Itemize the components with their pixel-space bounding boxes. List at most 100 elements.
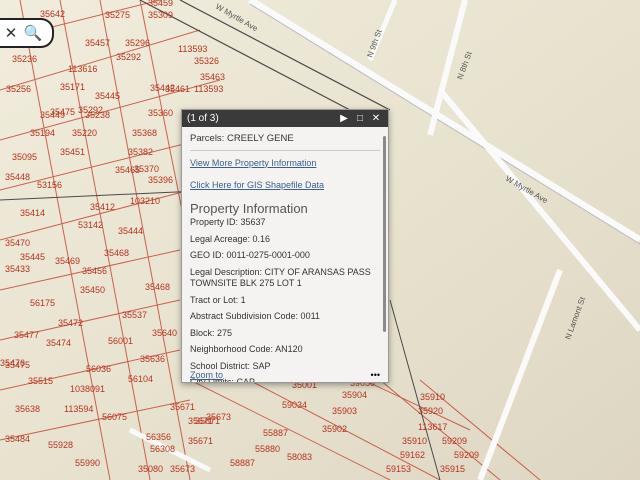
popup-body: Parcels: CREELY GENE View More Property … [182,127,388,382]
parcel-label: 35256 [6,84,31,94]
gis-shapefile-link[interactable]: Click Here for GIS Shapefile Data [190,180,380,192]
parcel-label: 35194 [30,128,55,138]
parcel-label: 35477 [14,330,39,340]
parcel-label: 35450 [80,285,105,295]
search-icon[interactable]: 🔍 [22,24,44,42]
parcel-label: 35296 [125,38,150,48]
parcel-label: 35433 [5,264,30,274]
property-field: Neighborhood Code: AN120 [190,344,303,354]
parcel-label: 35220 [72,128,97,138]
parcel-label: 35472 [58,318,83,328]
parcel-label: 35915 [440,464,465,474]
parcel-label: 35474 [46,338,71,348]
parcel-label: 35515 [28,376,53,386]
property-field: Legal Acreage: 0.16 [190,233,271,244]
parcel-label: 56075 [102,412,127,422]
parcel-label: 35673 [170,464,195,474]
parcel-label: 113594 [64,404,93,414]
parcel-label: 35638 [15,404,40,414]
parcel-label: 35171 [60,82,85,92]
parcel-label: 56104 [128,374,153,384]
parcel-label: 113617 [418,422,447,432]
popup-header: (1 of 3) ▶ □ ✕ [182,110,388,127]
parcel-label: 35459 [148,0,173,8]
close-icon[interactable]: ✕ [0,24,22,42]
property-field: Legal Description: CITY OF ARANSAS PASS … [190,266,371,289]
parcel-label: 35326 [194,56,219,66]
parcel-label: 55887 [263,428,288,438]
parcel-label: 35484 [5,434,30,444]
maximize-icon[interactable]: □ [353,113,367,124]
parcel-label: 35095 [12,152,37,162]
property-field: Abstract Subdivision Code: 0011 [190,311,320,321]
parcel-label: 35309 [148,10,173,20]
parcel-label: 35412 [90,202,115,212]
parcel-label: 55880 [255,444,280,454]
parcel-label: 56175 [30,298,55,308]
parcel-label: 35475 [5,360,30,370]
more-actions-button[interactable]: ••• [371,370,380,380]
parcel-label: 59034 [282,400,307,410]
parcel-label: 35920 [418,406,443,416]
popup-footer: Zoom to ••• [190,370,380,380]
parcel-label: 56001 [108,336,133,346]
parcel-label: 35382 [128,147,153,157]
parcel-label: 56356 [146,432,171,442]
parcel-label: 35671 [170,402,195,412]
parcel-label: 103210 [130,196,160,206]
parcel-label: 59209 [454,450,479,460]
parcel-label: 35465 [115,165,140,175]
parcel-label: 35463 [200,72,225,82]
property-popup: (1 of 3) ▶ □ ✕ Parcels: CREELY GENE View… [181,109,389,383]
parcel-label: 35673 [206,412,231,422]
parcel-label: 53156 [37,180,62,190]
parcel-label: 56308 [150,444,175,454]
parcel-label: 35445 [95,91,120,101]
parcel-label: 35468 [104,248,129,258]
parcel-label: 35236 [12,54,37,64]
next-feature-icon[interactable]: ▶ [337,113,351,124]
property-field: Block: 275 [190,327,233,338]
parcel-label: 56036 [86,364,111,374]
search-widget: ✕ 🔍 [0,18,54,48]
parcel-label: 35910 [420,392,445,402]
parcel-label: 35457 [85,38,110,48]
parcel-label: 35445 [20,252,45,262]
property-field: Property ID: 35637 [190,217,266,227]
parcel-label: 35275 [105,10,130,20]
parcel-label: 35469 [55,256,80,266]
view-more-link[interactable]: View More Property Information [190,158,380,170]
parcel-label: 1038091 [70,384,105,394]
parcel-label: 35537 [122,310,147,320]
parcel-label: 55928 [48,440,73,450]
parcel-label: 35903 [332,406,357,416]
parcel-label: 58083 [287,452,312,462]
parcel-label: 55990 [75,458,100,468]
parcel-label: 59209 [442,436,467,446]
parcel-label: 35368 [132,128,157,138]
parcel-label: 59153 [386,464,411,474]
parcel-label: 35449 [40,110,65,120]
parcel-label: 35451 [60,147,85,157]
parcel-label: 35360 [148,108,173,118]
parcel-label: 53142 [78,220,103,230]
parcel-label: 35671 [188,436,213,446]
parcel-label: 35080 [138,464,163,474]
parcel-label: 113593 [194,84,223,94]
parcel-label: 35414 [20,208,45,218]
section-title: Property Information [190,200,308,216]
parcel-label: 35292 [116,52,141,62]
close-icon[interactable]: ✕ [369,113,383,124]
parcel-label: 35456 [82,266,107,276]
parcel-label: 113616 [68,64,97,74]
parcel-label: 35904 [342,390,367,400]
popup-scrollbar[interactable] [383,136,386,332]
zoom-to-link[interactable]: Zoom to [190,370,223,380]
parcel-label: 35468 [145,282,170,292]
parcel-label: 35461 [165,84,190,94]
parcel-label: 35444 [118,226,143,236]
popup-title: Parcels: CREELY GENE [190,133,380,151]
parcel-label: 113593 [178,44,207,54]
property-field: Tract or Lot: 1 [190,294,246,305]
parcel-label: 35910 [402,436,427,446]
